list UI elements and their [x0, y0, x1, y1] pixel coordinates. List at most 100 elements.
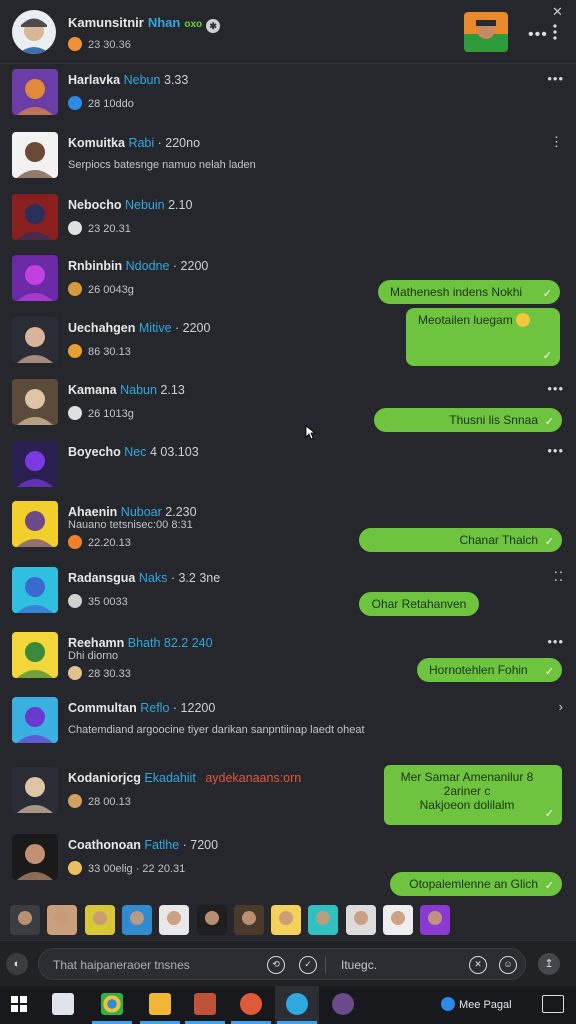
contact-avatar[interactable]: [12, 632, 58, 678]
contact-name: Coathonoan Fatlhe · 7200: [68, 838, 218, 852]
conversation-row[interactable]: Nebocho Nebuin 2.10 23 20.31: [0, 190, 576, 250]
contact-avatar[interactable]: [12, 567, 58, 613]
microphone-icon[interactable]: ↥: [538, 953, 560, 975]
contact-avatar[interactable]: [12, 132, 58, 178]
app-icon-2[interactable]: [332, 993, 354, 1015]
sticker-thumb[interactable]: [271, 905, 302, 935]
contact-avatar[interactable]: [12, 379, 58, 425]
messenger-icon[interactable]: [286, 993, 308, 1015]
header-avatar[interactable]: [12, 10, 56, 54]
message-bubble[interactable]: Meotailen luegam ✓: [406, 308, 560, 366]
message-preview-text: 28 00.13: [88, 796, 131, 808]
folder-icon[interactable]: [149, 993, 171, 1015]
sticker-thumb[interactable]: [345, 905, 376, 935]
message-bubble[interactable]: Thusni lis Snnaa ✓: [374, 408, 562, 432]
notification-icon[interactable]: [542, 995, 564, 1013]
contact-name-text: Kamana: [68, 383, 117, 397]
sticker-thumb[interactable]: [196, 905, 227, 935]
conversation-row[interactable]: Komuitka Rabi · 220no Serpiocs batesnge n…: [0, 128, 576, 188]
bubble-text: Mer Samar Amenanilur 8: [400, 770, 534, 784]
sticker-thumb[interactable]: [84, 905, 115, 935]
sticker-icon[interactable]: ⟲: [267, 956, 285, 974]
message-preview: 22.20.13: [68, 535, 131, 549]
row-more-icon[interactable]: •••: [547, 381, 564, 396]
message-preview-text: 26 1013g: [88, 408, 134, 420]
contact-name-highlight: Nec: [124, 445, 147, 459]
gif-icon[interactable]: ✕: [469, 956, 487, 974]
status-icon: [68, 344, 82, 358]
message-preview: 28 30.33: [68, 666, 131, 680]
chat-header: Kamunsitnir Nhan oxo ✱ 23 30.36 ••• ✕: [0, 0, 576, 64]
message-time: 2.10: [168, 198, 193, 212]
more-options-icon[interactable]: •••: [528, 26, 548, 44]
message-bubble[interactable]: Mathenesh indens Nokhi ✓: [378, 280, 560, 304]
message-bubble[interactable]: Hornotehlen Fohin ✓: [417, 658, 562, 682]
network-icon: [441, 997, 455, 1011]
contact-name-text: Coathonoan: [68, 838, 141, 852]
row-more-icon[interactable]: •••: [547, 634, 564, 649]
message-bubble[interactable]: Otopalemlenne an Glich ✓: [390, 872, 562, 896]
contact-subtitle: Nauano tetsnisec:00 8:31: [68, 519, 193, 531]
sticker-thumb[interactable]: [383, 905, 413, 935]
vertical-menu-icon[interactable]: [553, 24, 557, 45]
store-icon[interactable]: [240, 993, 262, 1015]
row-more-icon[interactable]: •••: [547, 71, 564, 86]
message-preview: Serpiocs batesnge namuo nelah laden: [68, 159, 256, 171]
contact-name-highlight: Nebun: [123, 73, 161, 87]
sticker-thumb[interactable]: [233, 905, 264, 935]
sticker-thumb[interactable]: [308, 905, 339, 935]
message-time: 2.230: [165, 505, 197, 519]
close-icon[interactable]: ✕: [552, 4, 563, 20]
contact-avatar[interactable]: [12, 767, 58, 813]
conversation-row[interactable]: Boyecho Nec 4 03.103 •••: [0, 437, 576, 497]
message-time: · 2200: [172, 259, 209, 273]
contact-name: Rnbinbin Ndodne · 2200: [68, 259, 208, 273]
message-bubble[interactable]: Mer Samar Amenanilur 8 2ariner c Nakjoeo…: [384, 765, 562, 825]
message-input[interactable]: That haipaneraoer tnsnes ⟲ ✓ Ituegc. ✕ ☺: [38, 948, 526, 980]
contact-avatar[interactable]: [12, 317, 58, 363]
conversation-row[interactable]: Harlavka Nebun 3.33 28 10ddo •••: [0, 65, 576, 125]
chrome-icon[interactable]: [101, 993, 123, 1015]
row-more-icon[interactable]: ⁚⁚: [554, 569, 564, 585]
task-view-icon[interactable]: [52, 993, 74, 1015]
message-preview-text: 86 30.13: [88, 346, 131, 358]
row-more-icon[interactable]: •••: [547, 443, 564, 458]
contact-name: Commultan Reflo · 12200: [68, 701, 215, 715]
conversation-row[interactable]: Radansgua Naks · 3.2 3ne 35 0033 ⁚⁚: [0, 563, 576, 623]
message-bubble[interactable]: Ohar Retahanven: [359, 592, 479, 616]
contact-avatar[interactable]: [12, 834, 58, 880]
contact-name: Radansgua Naks · 3.2 3ne: [68, 571, 220, 585]
sticker-thumb[interactable]: [420, 905, 451, 935]
sticker-thumb[interactable]: [47, 905, 78, 935]
app-icon[interactable]: [194, 993, 216, 1015]
sticker-thumb[interactable]: [121, 905, 152, 935]
clock-icon[interactable]: ✓: [299, 956, 317, 974]
contact-avatar[interactable]: [12, 501, 58, 547]
contact-avatar[interactable]: [12, 255, 58, 301]
check-icon: ✓: [544, 808, 554, 820]
emoji-icon: ✱: [206, 19, 221, 33]
row-more-icon[interactable]: ⋮: [550, 134, 564, 150]
composer-bar: ◐ That haipaneraoer tnsnes ⟲ ✓ Ituegc. ✕…: [0, 940, 576, 986]
contact-name: Nebocho Nebuin 2.10: [68, 198, 192, 212]
start-windows-icon[interactable]: [8, 993, 30, 1015]
contact-avatar[interactable]: [12, 194, 58, 240]
conversation-row[interactable]: Commultan Reflo · 12200 Chatemdiand argoo…: [0, 693, 576, 753]
header-thumbnail[interactable]: [464, 12, 508, 52]
message-bubble[interactable]: Chanar Thalch ✓: [359, 528, 562, 552]
contact-name-highlight: Ndodne: [125, 259, 170, 273]
contact-avatar[interactable]: [12, 441, 58, 487]
contact-avatar[interactable]: [12, 69, 58, 115]
sticker-thumb[interactable]: [159, 905, 190, 935]
contact-name-highlight: Bhath 82.2 240: [127, 636, 213, 650]
sticker-thumb[interactable]: [10, 905, 40, 935]
row-more-icon[interactable]: ›: [559, 699, 564, 714]
chat-app: Kamunsitnir Nhan oxo ✱ 23 30.36 ••• ✕ Harla…: [0, 0, 576, 986]
contact-name-text: Reehamn: [68, 636, 125, 650]
contact-avatar[interactable]: [12, 697, 58, 743]
link-text[interactable]: aydekanaans:orn: [205, 771, 301, 785]
emoji-icon[interactable]: ☺: [499, 956, 517, 974]
tray-status[interactable]: Mee Pagal: [441, 997, 512, 1011]
attach-icon[interactable]: ◐: [6, 953, 28, 975]
bubble-text: Chanar Thalch: [459, 533, 539, 547]
